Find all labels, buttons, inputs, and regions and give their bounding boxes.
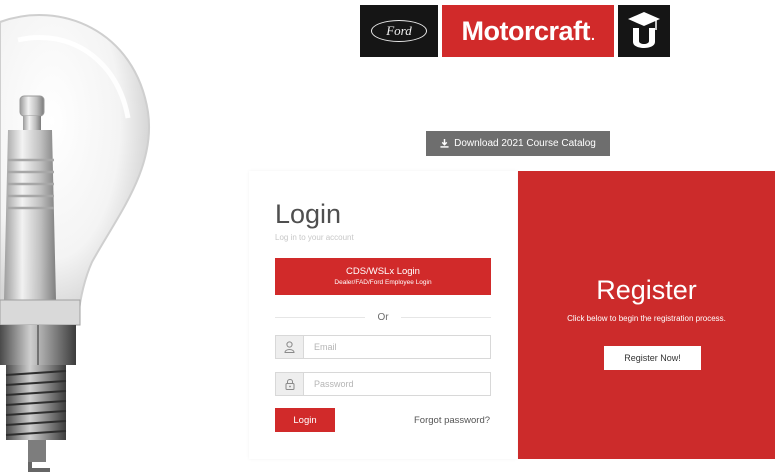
password-input[interactable] (304, 373, 490, 395)
cds-wslx-login-sublabel: Dealer/FAD/Ford Employee Login (334, 278, 432, 286)
login-title: Login (275, 199, 342, 229)
divider-line-left (275, 316, 366, 318)
register-panel: Register Click below to begin the regist… (518, 171, 775, 459)
download-catalog-label: Download 2021 Course Catalog (454, 138, 596, 149)
download-catalog-button[interactable]: Download 2021 Course Catalog (426, 131, 610, 156)
login-panel: Login Log in to your account CDS/WSLx Lo… (249, 171, 517, 459)
download-icon (440, 139, 449, 148)
register-title: Register (596, 275, 697, 305)
motorcraft-logo-dot: . (591, 27, 595, 43)
email-field-group (275, 335, 491, 359)
login-subtitle: Log in to your account (275, 233, 354, 242)
login-submit-button[interactable]: Login (275, 408, 335, 432)
cds-wslx-login-button[interactable]: CDS/WSLx Login Dealer/FAD/Ford Employee … (275, 258, 491, 295)
password-field-group (275, 372, 491, 396)
or-divider-text: Or (377, 311, 389, 323)
lightbulb-spark-plug-image (0, 14, 151, 472)
lock-icon (276, 373, 304, 395)
motorcraft-logo-text: Motorcraft (461, 15, 591, 46)
email-input[interactable] (304, 336, 490, 358)
logo-bar: Ford Motorcraft. (360, 5, 670, 57)
motorcraft-logo: Motorcraft. (442, 5, 614, 57)
ford-logo: Ford (360, 5, 438, 57)
forgot-password-link[interactable]: Forgot password? (414, 415, 490, 426)
cds-wslx-login-label: CDS/WSLx Login (346, 265, 420, 277)
or-divider: Or (275, 311, 492, 323)
divider-line-right (400, 316, 492, 318)
register-subtitle: Click below to begin the registration pr… (567, 314, 726, 323)
user-icon (276, 336, 304, 358)
graduation-cap-u-icon (618, 5, 670, 57)
ford-logo-text: Ford (371, 20, 427, 42)
register-now-button[interactable]: Register Now! (604, 346, 701, 370)
